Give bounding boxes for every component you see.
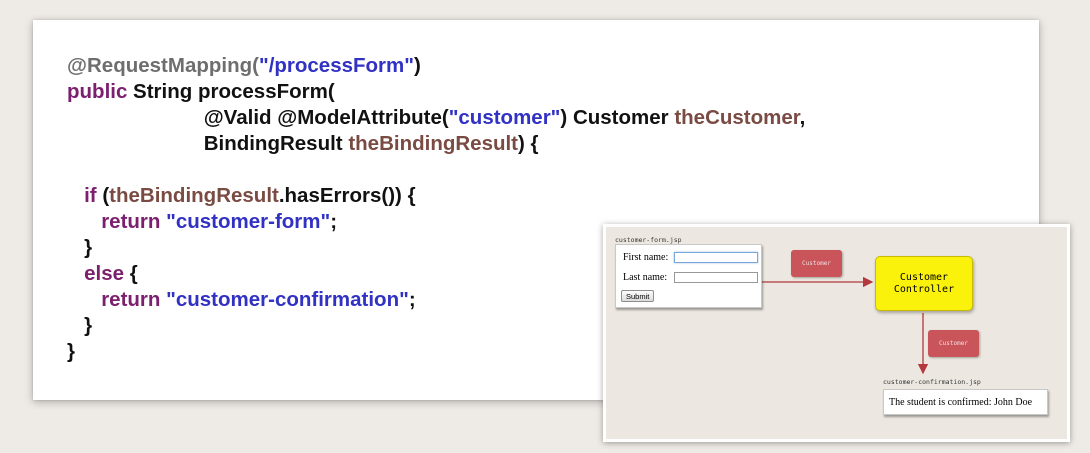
customer-model-box-top: Customer [791, 250, 842, 277]
code-token: "customer-confirmation" [166, 288, 409, 311]
code-token: } [67, 236, 93, 259]
code-token: .hasErrors()) { [278, 184, 416, 207]
code-token: { [124, 262, 138, 285]
customer-form-panel: First name: Last name: Submit [615, 244, 762, 308]
code-token: public [67, 80, 128, 103]
code-token: @Valid @ModelAttribute( [67, 106, 449, 129]
code-token: "/processForm" [258, 54, 414, 77]
code-line: } [67, 236, 92, 259]
code-token: } [67, 314, 93, 337]
code-token: ) Customer [560, 106, 675, 129]
first-name-label: First name: [623, 252, 669, 263]
code-token: "customer" [448, 106, 561, 129]
controller-label-line1: Customer [899, 271, 949, 283]
code-token: ) [413, 54, 421, 77]
code-token: theBindingResult [348, 132, 519, 155]
code-line: public String processForm( [67, 80, 335, 103]
form-file-label: customer-form.jsp [615, 236, 682, 244]
confirmation-file-label: customer-confirmation.jsp [883, 378, 981, 386]
code-line: return "customer-confirmation"; [67, 288, 416, 311]
code-token: } [67, 340, 75, 363]
code-line: if (theBindingResult.hasErrors()) { [67, 184, 416, 207]
code-line: } [67, 340, 75, 363]
code-line: } [67, 314, 92, 337]
code-token: return [101, 210, 161, 233]
code-token: String processForm( [127, 80, 335, 103]
code-token: ( [96, 184, 110, 207]
code-token: BindingResult [67, 132, 349, 155]
code-line: return "customer-form"; [67, 210, 337, 233]
confirmation-panel: The student is confirmed: John Doe [883, 389, 1048, 415]
code-line: else { [67, 262, 138, 285]
last-name-input[interactable] [674, 272, 758, 283]
code-token: theCustomer [674, 106, 800, 129]
code-token: ) { [518, 132, 539, 155]
submit-button[interactable]: Submit [621, 290, 655, 302]
flow-diagram: customer-form.jsp First name: Last name:… [603, 224, 1070, 442]
customer-controller-box: Customer Controller [875, 256, 973, 311]
controller-label-line2: Controller [893, 283, 955, 295]
code-token: "customer-form" [166, 210, 331, 233]
last-name-label: Last name: [623, 272, 668, 283]
code-line: @RequestMapping("/processForm") [67, 54, 421, 77]
code-token: theBindingResult [109, 184, 279, 207]
code-token: @RequestMapping( [67, 54, 259, 77]
code-token: , [799, 106, 806, 129]
code-token: if [84, 184, 97, 207]
first-name-input[interactable] [674, 252, 758, 263]
customer-model-box-bottom: Customer [928, 330, 979, 357]
code-token: ; [408, 288, 416, 311]
code-token: else [84, 262, 124, 285]
code-token: ; [330, 210, 338, 233]
code-line: BindingResult theBindingResult) { [67, 132, 539, 155]
code-token: return [101, 288, 161, 311]
code-line: @Valid @ModelAttribute("customer") Custo… [67, 106, 806, 129]
